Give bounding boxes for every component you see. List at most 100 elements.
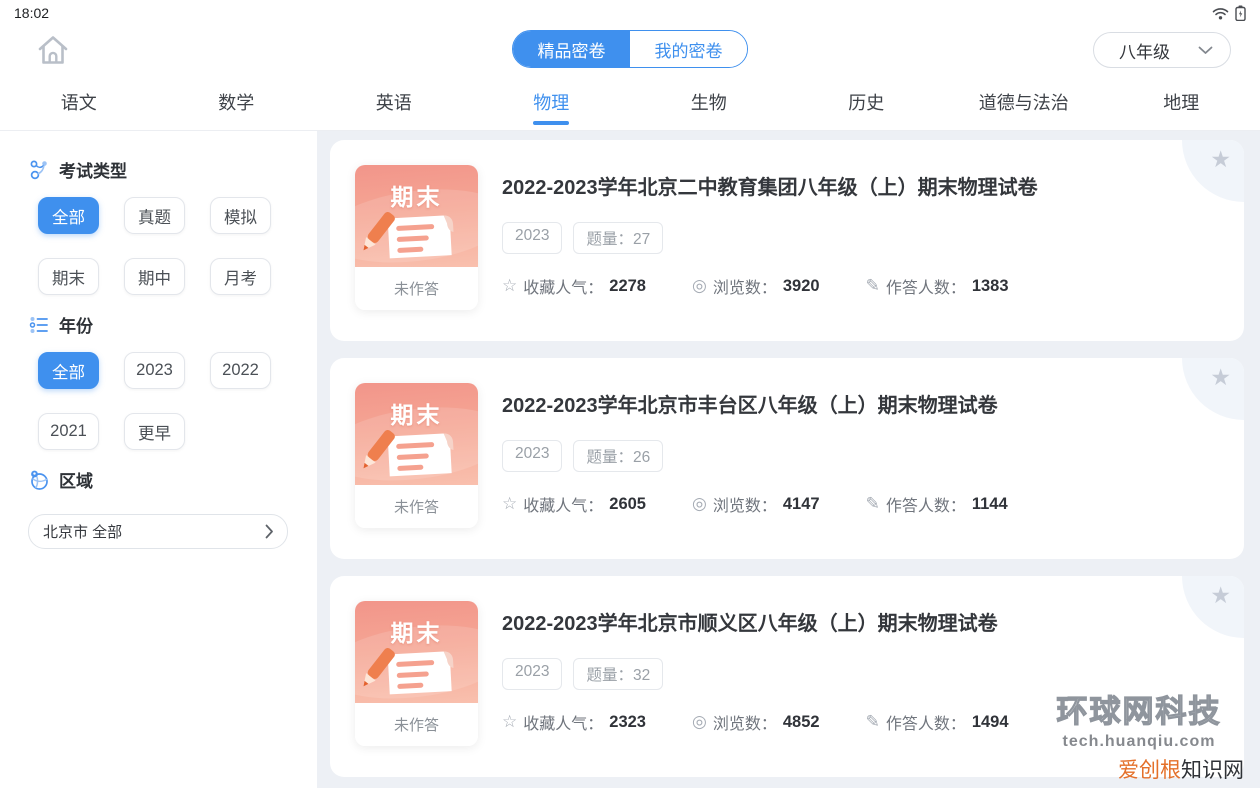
chevron-down-icon [1198, 46, 1213, 55]
tab-physics[interactable]: 物理 [473, 78, 631, 130]
paper-pencil-illustration [355, 421, 478, 485]
answer-status: 未作答 [355, 267, 478, 310]
favorites-stat: ☆收藏人气：2323 [502, 710, 646, 734]
filter-section-title: 考试类型 [59, 157, 127, 182]
filter-exam-type-monthly[interactable]: 月考 [210, 258, 271, 295]
filter-section-exam-type: 考试类型 [28, 157, 289, 182]
filter-year-earlier[interactable]: 更早 [124, 413, 185, 450]
home-icon [34, 31, 72, 69]
eye-icon: ◎ [692, 494, 707, 514]
answers-stat: ✎作答人数：1383 [866, 274, 1009, 298]
paper-badges: 2023 题量：32 [502, 658, 1172, 690]
year-badge: 2023 [502, 658, 562, 690]
clock: 18:02 [14, 5, 49, 21]
filter-year-2021[interactable]: 2021 [38, 413, 99, 450]
year-options: 全部 2023 2022 2021 更早 [38, 352, 289, 450]
filter-exam-type-mock[interactable]: 模拟 [210, 197, 271, 234]
grade-dropdown-value: 八年级 [1119, 38, 1170, 63]
paper-type-segmented-control: 精品密卷 我的密卷 [512, 30, 748, 68]
views-stat: ◎浏览数：4147 [692, 492, 820, 516]
grade-dropdown[interactable]: 八年级 [1093, 32, 1231, 68]
filter-exam-type-final[interactable]: 期末 [38, 258, 99, 295]
paper-card[interactable]: ★ 期末 未作答 2022-2023学年北京市丰台区八年级（上）期末物理试卷 2… [330, 358, 1244, 559]
tab-chinese[interactable]: 语文 [0, 78, 158, 130]
tab-morality-law[interactable]: 道德与法治 [945, 78, 1103, 130]
views-count: 4147 [783, 495, 820, 514]
thumbnail-cover: 期末 [355, 601, 478, 703]
region-selector[interactable]: 北京市 全部 [28, 514, 288, 549]
paper-info: 2022-2023学年北京二中教育集团八年级（上）期末物理试卷 2023 题量：… [502, 171, 1172, 298]
paper-title: 2022-2023学年北京二中教育集团八年级（上）期末物理试卷 [502, 171, 1172, 200]
question-count-badge: 题量：26 [573, 440, 663, 472]
favorite-star-icon[interactable]: ★ [1210, 366, 1231, 389]
tab-biology[interactable]: 生物 [630, 78, 788, 130]
paper-card[interactable]: ★ 期末 未作答 2022-2023学年北京市顺义区八年级（上）期末物理试卷 2… [330, 576, 1244, 777]
filter-exam-type-midterm[interactable]: 期中 [124, 258, 185, 295]
answer-status: 未作答 [355, 485, 478, 528]
filter-exam-type-all[interactable]: 全部 [38, 197, 99, 234]
star-outline-icon: ☆ [502, 712, 517, 732]
wifi-icon [1212, 7, 1229, 20]
region-globe-icon [28, 469, 50, 491]
paper-thumbnail: 期末 未作答 [355, 383, 478, 528]
question-count-badge: 题量：32 [573, 658, 663, 690]
filter-section-year: 年份 [28, 312, 289, 337]
answers-stat: ✎作答人数：1144 [866, 492, 1008, 516]
paper-info: 2022-2023学年北京市顺义区八年级（上）期末物理试卷 2023 题量：32… [502, 607, 1172, 734]
answers-stat: ✎作答人数：1494 [866, 710, 1009, 734]
chevron-right-icon [265, 524, 274, 539]
pencil-icon: ✎ [866, 494, 880, 514]
segment-my-papers[interactable]: 我的密卷 [630, 31, 747, 67]
exam-type-options: 全部 真题 模拟 期末 期中 月考 [38, 197, 289, 295]
favorites-count: 2323 [609, 713, 646, 732]
views-stat: ◎浏览数：4852 [692, 710, 820, 734]
eye-icon: ◎ [692, 276, 707, 296]
status-icons [1212, 5, 1246, 21]
paper-pencil-illustration [355, 203, 478, 267]
eye-icon: ◎ [692, 712, 707, 732]
filter-section-title: 区域 [59, 467, 93, 492]
tab-math[interactable]: 数学 [158, 78, 316, 130]
favorite-star-icon[interactable]: ★ [1210, 584, 1231, 607]
status-bar: 18:02 [0, 0, 1260, 22]
year-list-icon [28, 314, 50, 336]
favorites-count: 2278 [609, 277, 646, 296]
subject-tab-bar: 语文 数学 英语 物理 生物 历史 道德与法治 地理 [0, 78, 1260, 131]
favorites-stat: ☆收藏人气：2605 [502, 492, 646, 516]
answers-count: 1144 [972, 495, 1008, 514]
home-button[interactable] [33, 30, 73, 70]
tab-english[interactable]: 英语 [315, 78, 473, 130]
year-badge: 2023 [502, 222, 562, 254]
paper-info: 2022-2023学年北京市丰台区八年级（上）期末物理试卷 2023 题量：26… [502, 389, 1172, 516]
filter-year-2023[interactable]: 2023 [124, 352, 185, 389]
favorites-stat: ☆收藏人气：2278 [502, 274, 646, 298]
tab-geography[interactable]: 地理 [1103, 78, 1260, 130]
paper-stats: ☆收藏人气：2323 ◎浏览数：4852 ✎作答人数：1494 [502, 710, 1172, 734]
year-badge: 2023 [502, 440, 562, 472]
paper-thumbnail: 期末 未作答 [355, 165, 478, 310]
paper-badges: 2023 题量：26 [502, 440, 1172, 472]
star-outline-icon: ☆ [502, 494, 517, 514]
answer-status: 未作答 [355, 703, 478, 746]
filter-exam-type-real[interactable]: 真题 [124, 197, 185, 234]
star-outline-icon: ☆ [502, 276, 517, 296]
answers-count: 1383 [972, 277, 1009, 296]
header: 精品密卷 我的密卷 八年级 [0, 22, 1260, 78]
paper-thumbnail: 期末 未作答 [355, 601, 478, 746]
filter-year-2022[interactable]: 2022 [210, 352, 271, 389]
filter-sidebar: 考试类型 全部 真题 模拟 期末 期中 月考 年份 全部 2023 2022 2… [0, 131, 317, 788]
paper-title: 2022-2023学年北京市丰台区八年级（上）期末物理试卷 [502, 389, 1172, 418]
favorites-count: 2605 [609, 495, 646, 514]
filter-section-region: 区域 [28, 467, 289, 492]
battery-icon [1235, 5, 1246, 21]
tab-history[interactable]: 历史 [788, 78, 946, 130]
filter-year-all[interactable]: 全部 [38, 352, 99, 389]
views-count: 4852 [783, 713, 820, 732]
paper-card[interactable]: ★ 期末 未作答 2022-2023学年北京二中教育集团八年级（上）期末物理试卷… [330, 140, 1244, 341]
paper-badges: 2023 题量：27 [502, 222, 1172, 254]
paper-stats: ☆收藏人气：2605 ◎浏览数：4147 ✎作答人数：1144 [502, 492, 1172, 516]
paper-title: 2022-2023学年北京市顺义区八年级（上）期末物理试卷 [502, 607, 1172, 636]
views-stat: ◎浏览数：3920 [692, 274, 820, 298]
favorite-star-icon[interactable]: ★ [1210, 148, 1231, 171]
segment-premium-papers[interactable]: 精品密卷 [513, 31, 630, 67]
